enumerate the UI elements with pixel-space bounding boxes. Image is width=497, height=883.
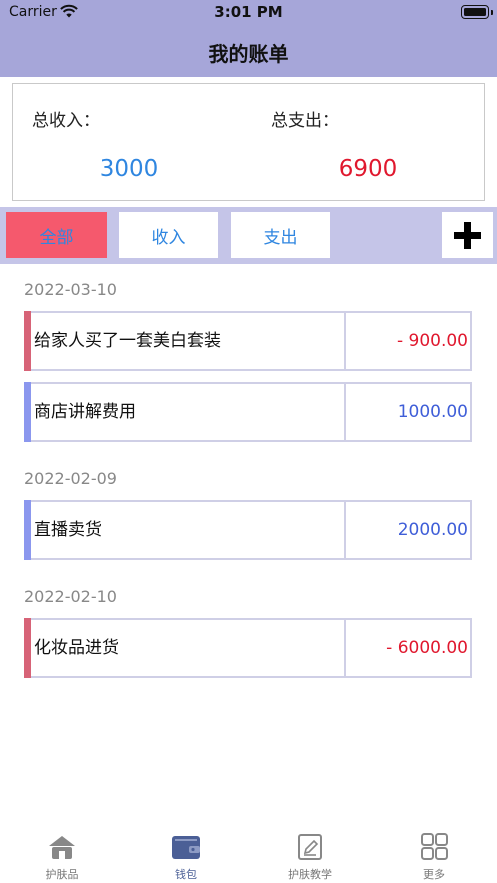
filter-all-button[interactable]: 全部 [6,212,107,258]
tab-skincare[interactable]: 护肤品 [0,828,124,883]
bill-amount: 2000.00 [397,520,468,540]
bill-list: 2022-03-10 给家人买了一套美白套装 - 900.00 商店讲解费用 1… [0,264,497,689]
expense-marker [24,311,31,371]
bill-amount: 1000.00 [397,402,468,422]
total-income-value: 3000 [99,156,159,182]
bill-name: 直播卖货 [34,502,346,558]
tab-tutorial[interactable]: 护肤教学 [248,828,372,883]
bill-row[interactable]: 直播卖货 2000.00 [24,500,472,560]
status-time: 3:01 PM [214,3,283,21]
expense-marker [24,618,31,678]
wallet-icon [172,836,200,859]
bill-amount: - 900.00 [396,331,468,351]
edit-icon [298,834,322,860]
date-header: 2022-02-09 [24,469,117,488]
bill-name: 给家人买了一套美白套装 [34,313,346,369]
bill-row[interactable]: 化妆品进货 - 6000.00 [24,618,472,678]
bill-row[interactable]: 商店讲解费用 1000.00 [24,382,472,442]
tab-label: 护肤教学 [288,868,332,881]
income-marker [24,382,31,442]
filter-bar: 全部 收入 支出 [0,207,497,264]
tab-label: 护肤品 [45,868,79,881]
battery-icon [461,5,493,19]
home-icon [49,836,75,859]
summary-card: 总收入： 总支出： 3000 6900 [12,83,485,201]
tab-label: 钱包 [175,868,197,881]
filter-income-button[interactable]: 收入 [119,212,218,258]
income-marker [24,500,31,560]
tab-label: 更多 [423,868,445,881]
tab-bar: 护肤品 钱包 护肤教学 更多 [0,828,497,883]
top-bar: Carrier 3:01 PM 我的账单 [0,0,497,77]
page-title: 我的账单 [208,42,289,66]
date-header: 2022-02-10 [24,587,117,606]
total-income-label: 总收入： [32,111,100,131]
bill-name: 化妆品进货 [34,620,346,676]
bill-row[interactable]: 给家人买了一套美白套装 - 900.00 [24,311,472,371]
filter-expense-button[interactable]: 支出 [231,212,330,258]
date-header: 2022-03-10 [24,280,117,299]
add-record-button[interactable] [442,212,493,258]
tab-wallet[interactable]: 钱包 [124,828,248,883]
status-bar: Carrier 3:01 PM [0,0,497,26]
total-expense-label: 总支出： [271,111,339,131]
bill-name: 商店讲解费用 [34,384,346,440]
grid-icon [421,833,448,860]
total-expense-value: 6900 [338,156,398,182]
bill-amount: - 6000.00 [386,638,468,658]
tab-more[interactable]: 更多 [372,828,496,883]
